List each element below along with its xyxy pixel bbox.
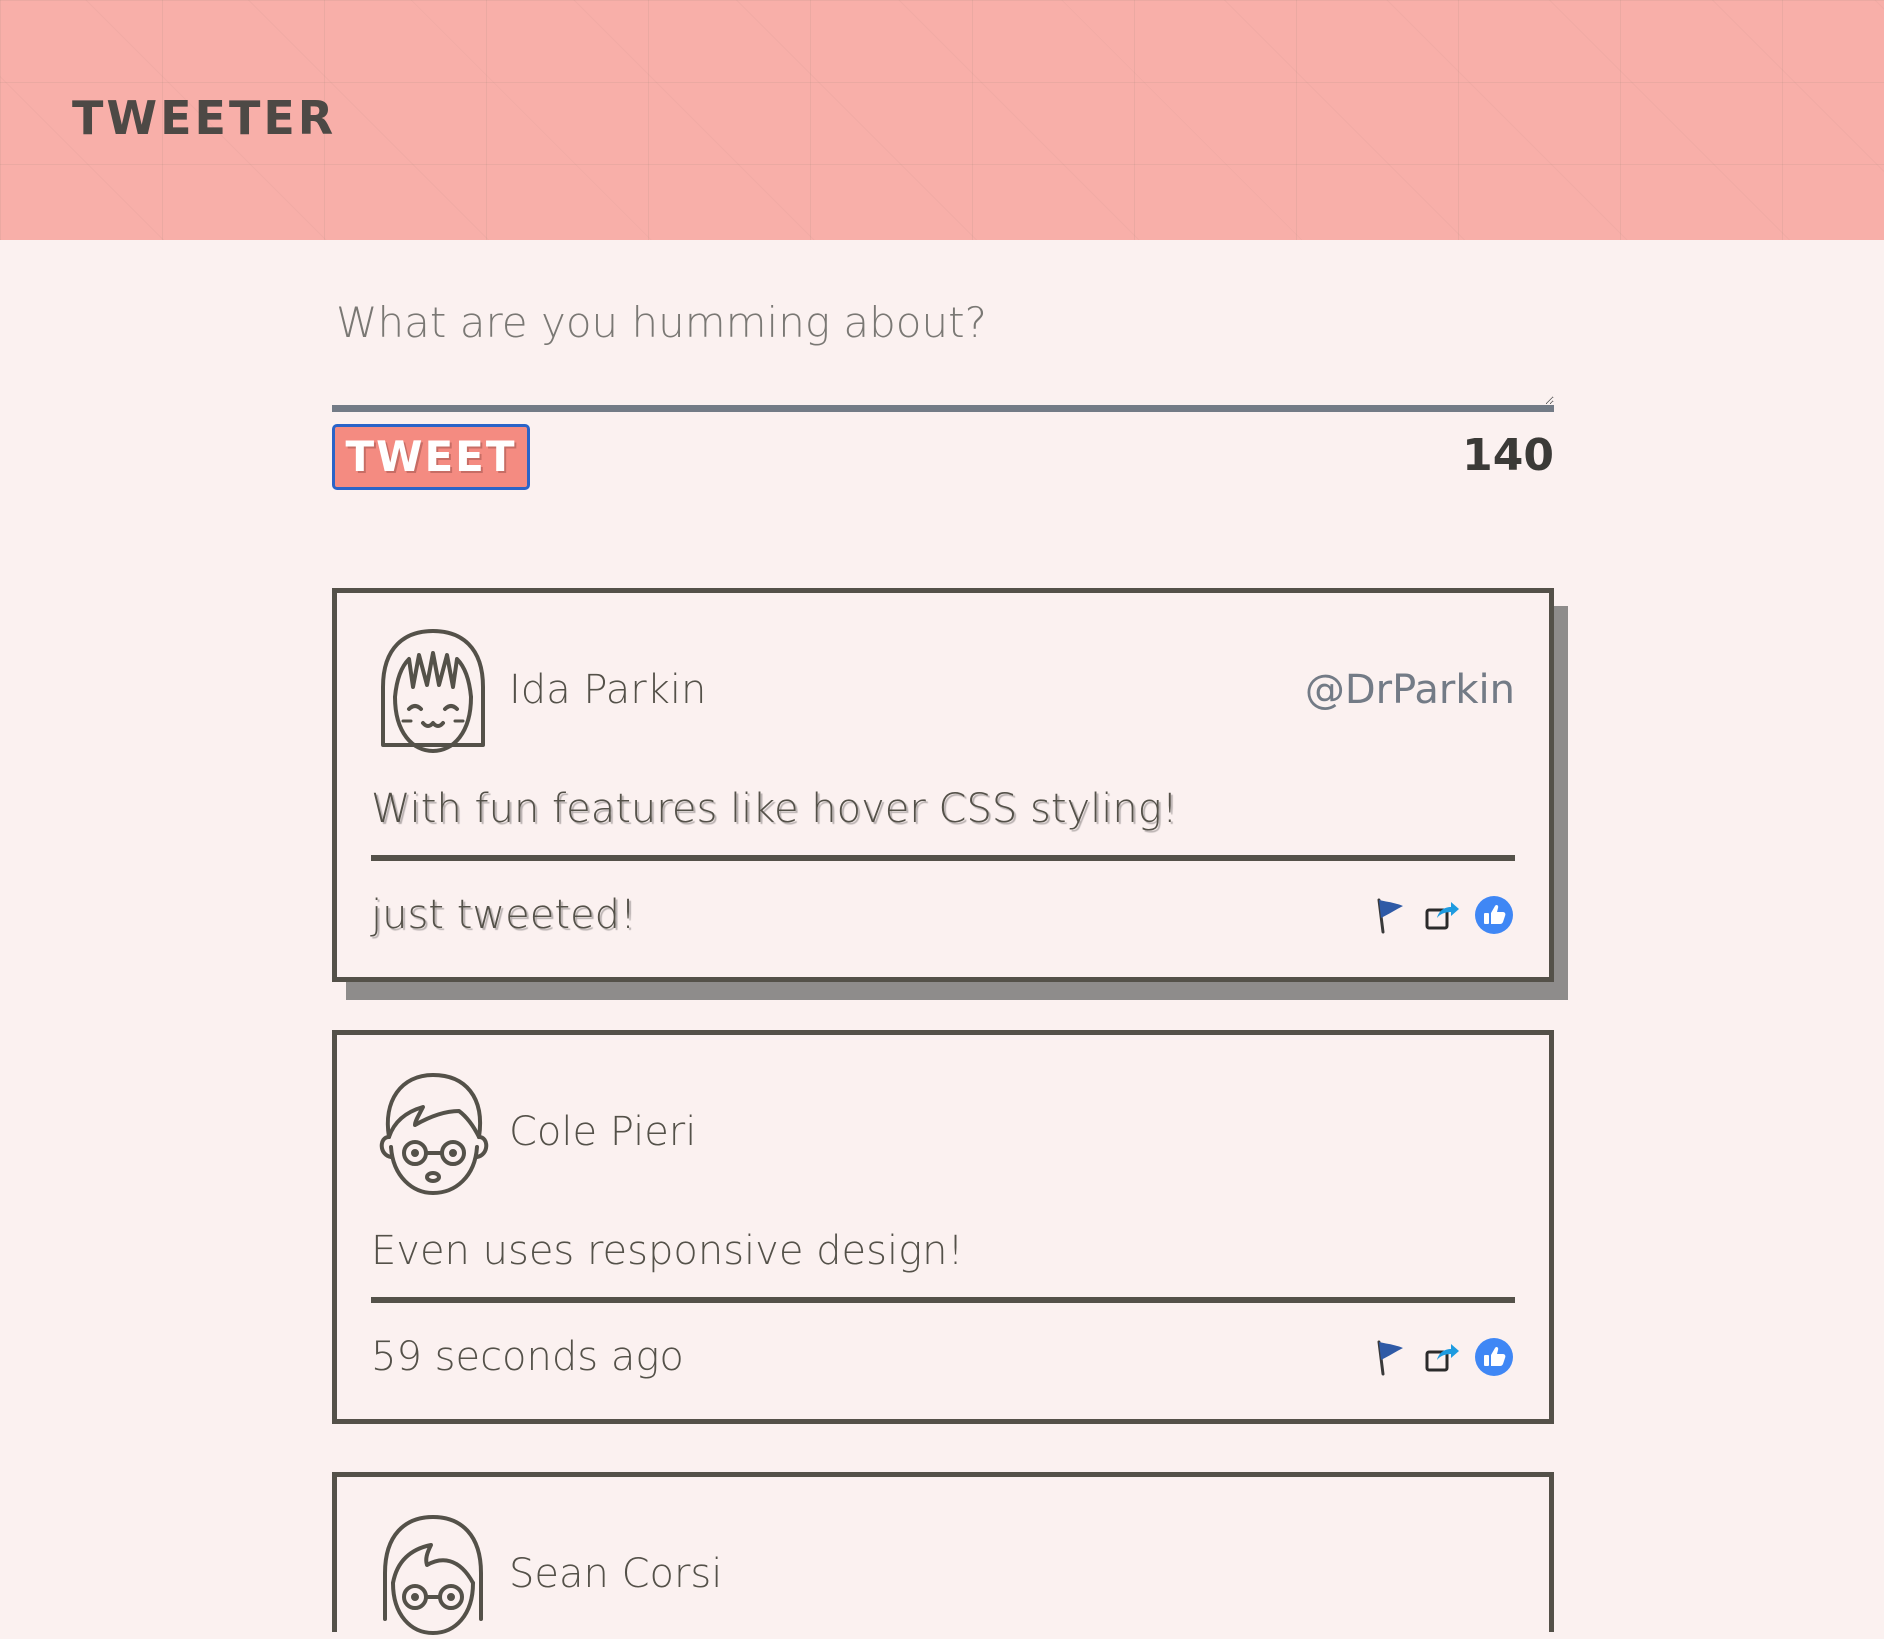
girl-glasses-avatar-icon [383, 1515, 483, 1635]
composer-controls: TWEET 140 [332, 424, 1554, 494]
flag-icon[interactable] [1369, 894, 1411, 936]
tweet-composer: TWEET 140 [332, 278, 1554, 494]
tweet-card[interactable]: Ida Parkin @DrParkin With fun features l… [332, 588, 1554, 982]
boy-glasses-avatar-icon [379, 1073, 489, 1195]
tweet-text: With fun features like hover CSS styling… [371, 786, 1178, 832]
tweet-input[interactable] [332, 278, 1554, 412]
author-name: Ida Parkin [509, 667, 707, 713]
share-icon[interactable] [1421, 894, 1463, 936]
like-icon[interactable] [1473, 894, 1515, 936]
tweet-actions [1369, 1335, 1515, 1379]
tweet-actions [1369, 893, 1515, 937]
tweet-timestamp: 59 seconds ago [371, 1334, 684, 1380]
tweet-card[interactable]: Cole Pieri Even uses responsive design! … [332, 1030, 1554, 1424]
tweet-text: Even uses responsive design! [371, 1228, 964, 1274]
author-name: Cole Pieri [509, 1109, 697, 1155]
character-counter: 140 [1462, 430, 1554, 481]
tweet-divider [371, 855, 1515, 861]
flag-icon[interactable] [1369, 1336, 1411, 1378]
author-handle: @DrParkin [1304, 667, 1515, 713]
tweet-button[interactable]: TWEET [332, 424, 530, 490]
site-header: TWEETER [0, 0, 1884, 240]
tweet-timestamp: just tweeted! [371, 892, 637, 938]
girl-bangs-avatar-icon [381, 629, 485, 753]
like-icon[interactable] [1473, 1336, 1515, 1378]
author-name: Sean Corsi [509, 1551, 723, 1597]
share-icon[interactable] [1421, 1336, 1463, 1378]
tweet-card[interactable]: Sean Corsi [332, 1472, 1554, 1635]
brand-logo[interactable]: TWEETER [72, 90, 336, 146]
tweet-divider [371, 1297, 1515, 1303]
